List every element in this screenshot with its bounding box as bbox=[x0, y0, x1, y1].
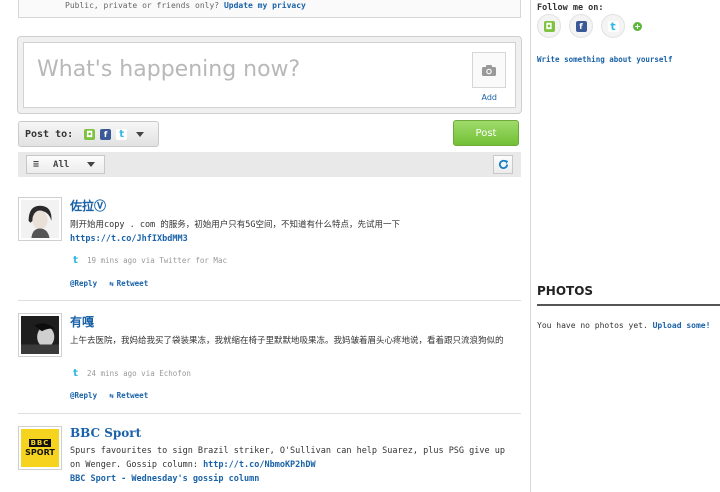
post-actions: @Reply ⇆ Retweet bbox=[70, 391, 148, 400]
refresh-icon bbox=[498, 159, 508, 169]
status-composer: What's happening now? Add bbox=[17, 36, 522, 114]
post-text: Spurs favourites to sign Brazil striker,… bbox=[70, 444, 510, 472]
author-name[interactable]: 有嘎 bbox=[70, 313, 94, 330]
post-text: 上午去医院，我妈给我买了袋装果冻，我就缩在椅子里默默地吸果冻。我妈皱着眉头心疼地… bbox=[70, 334, 510, 348]
author-name[interactable]: BBC Sport bbox=[70, 426, 141, 440]
post-body: 上午去医院，我妈给我买了袋装果冻，我就缩在椅子里默默地吸果冻。我妈皱着眉头心疼地… bbox=[70, 336, 504, 346]
photos-empty-text: You have no photos yet. Upload some! bbox=[537, 321, 710, 330]
filter-selected: All bbox=[53, 159, 70, 170]
camera-icon bbox=[482, 64, 496, 76]
feed-item: BBC SPORT BBC Sport Spurs favourites to … bbox=[18, 426, 521, 492]
retweet-label: Retweet bbox=[116, 279, 149, 288]
menu-icon: ≡ bbox=[33, 159, 40, 170]
refresh-button[interactable] bbox=[493, 155, 513, 174]
facebook-icon: f bbox=[575, 20, 587, 32]
avatar-image bbox=[21, 200, 59, 238]
retweet-button[interactable]: ⇆ Retweet bbox=[109, 279, 148, 288]
twitter-icon: t bbox=[607, 20, 619, 33]
photos-divider bbox=[537, 304, 720, 306]
update-privacy-link[interactable]: Update my privacy bbox=[224, 1, 306, 10]
avatar[interactable] bbox=[18, 313, 62, 357]
feed-filter-dropdown[interactable]: ≡ All bbox=[26, 155, 105, 174]
article-link[interactable]: BBC Sport - Wednesday's gossip column bbox=[70, 474, 259, 484]
reply-button[interactable]: @Reply bbox=[70, 279, 97, 288]
twitter-icon: t bbox=[70, 368, 81, 379]
follow-icons: ◘ f t + bbox=[537, 14, 642, 38]
facebook-follow-button[interactable]: f bbox=[569, 14, 593, 38]
post-text: 刚开始用copy . com 的服务，初始用户只有5G空间，不知道有什么特点，先… bbox=[70, 218, 510, 246]
add-network-icon[interactable]: + bbox=[633, 21, 642, 31]
chevron-down-icon bbox=[136, 131, 145, 137]
myspace-follow-button[interactable]: ◘ bbox=[537, 14, 561, 38]
add-photo-button[interactable] bbox=[472, 52, 506, 88]
retweet-icon: ⇆ bbox=[109, 279, 114, 288]
main-column: Public, private or friends only? Update … bbox=[0, 0, 530, 492]
avatar[interactable]: BBC SPORT bbox=[18, 426, 62, 470]
post-actions: @Reply ⇆ Retweet bbox=[70, 279, 148, 288]
write-about-link[interactable]: Write something about yourself bbox=[537, 55, 672, 64]
photos-title: PHOTOS bbox=[537, 284, 594, 298]
feed-item: 有嘎 上午去医院，我妈给我买了袋装果冻，我就缩在椅子里默默地吸果冻。我妈皱着眉头… bbox=[18, 313, 521, 413]
privacy-text: Public, private or friends only? bbox=[65, 1, 220, 10]
chevron-down-icon bbox=[87, 162, 96, 167]
divider bbox=[18, 413, 521, 414]
bbc-logo-text: BBC bbox=[28, 439, 52, 447]
post-link[interactable]: https://t.co/JhfIXbdMM3 bbox=[70, 234, 188, 244]
status-placeholder: What's happening now? bbox=[37, 57, 301, 82]
facebook-icon: f bbox=[100, 128, 112, 140]
myspace-icon: ◘ bbox=[543, 20, 555, 32]
sport-logo-text: SPORT bbox=[25, 448, 55, 457]
post-meta: t 19 mins ago via Twitter for Mac bbox=[70, 255, 227, 266]
twitter-icon: t bbox=[116, 128, 128, 140]
avatar[interactable] bbox=[18, 197, 62, 241]
post-to-label: Post to: bbox=[25, 128, 74, 140]
filter-bar: ≡ All bbox=[18, 152, 521, 177]
post-body: 刚开始用copy . com 的服务，初始用户只有5G空间，不知道有什么特点，先… bbox=[70, 220, 401, 230]
post-link[interactable]: http://t.co/NbmoKP2hDW bbox=[203, 460, 316, 470]
reply-button[interactable]: @Reply bbox=[70, 391, 97, 400]
post-meta: t 24 mins ago via Echofon bbox=[70, 368, 191, 379]
retweet-button[interactable]: ⇆ Retweet bbox=[109, 391, 148, 400]
twitter-icon: t bbox=[70, 255, 81, 266]
retweet-label: Retweet bbox=[116, 391, 149, 400]
feed-item: 佐拉Ⓥ 刚开始用copy . com 的服务，初始用户只有5G空间，不知道有什么… bbox=[18, 197, 521, 297]
divider bbox=[18, 300, 521, 301]
bbc-sport-logo: BBC SPORT bbox=[21, 429, 59, 467]
post-button[interactable]: Post bbox=[453, 120, 519, 146]
author-name[interactable]: 佐拉Ⓥ bbox=[70, 197, 106, 214]
post-time: 24 mins ago via Echofon bbox=[87, 369, 191, 378]
twitter-follow-button[interactable]: t bbox=[601, 14, 625, 38]
status-input[interactable]: What's happening now? Add bbox=[23, 42, 516, 108]
right-sidebar: Follow me on: ◘ f t + Write something ab… bbox=[530, 0, 720, 492]
photos-empty-message: You have no photos yet. bbox=[537, 321, 648, 330]
retweet-icon: ⇆ bbox=[109, 391, 114, 400]
add-photo-label[interactable]: Add bbox=[482, 93, 498, 102]
avatar-image bbox=[21, 316, 59, 354]
privacy-bar: Public, private or friends only? Update … bbox=[18, 0, 521, 18]
post-to-selector[interactable]: Post to: ◘ f t bbox=[18, 121, 159, 147]
post-time: 19 mins ago via Twitter for Mac bbox=[87, 256, 227, 265]
upload-photos-link[interactable]: Upload some! bbox=[653, 321, 711, 330]
follow-title: Follow me on: bbox=[537, 3, 604, 13]
myspace-icon: ◘ bbox=[84, 128, 96, 140]
